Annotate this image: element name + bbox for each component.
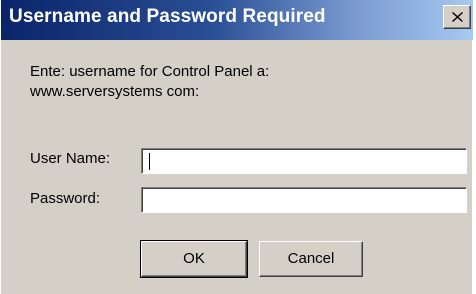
cancel-button[interactable]: Cancel <box>259 241 363 277</box>
password-input[interactable] <box>141 187 467 213</box>
dialog-title: Username and Password Required <box>9 6 326 27</box>
prompt-text: Ente: username for Control Panel a: www.… <box>30 62 269 102</box>
ok-button[interactable]: OK <box>140 240 248 278</box>
close-button[interactable] <box>443 5 471 29</box>
username-input[interactable] <box>141 148 467 174</box>
password-label: Password: <box>30 190 101 207</box>
text-caret <box>149 153 150 170</box>
prompt-line-2: www.serversystems com: <box>30 83 200 100</box>
title-bar[interactable]: Username and Password Required <box>1 0 473 40</box>
prompt-line-1: Ente: username for Control Panel a: <box>30 63 270 80</box>
close-icon <box>452 12 463 22</box>
login-dialog: Username and Password Required Ente: use… <box>0 0 473 294</box>
username-label: User Name: <box>30 150 111 167</box>
